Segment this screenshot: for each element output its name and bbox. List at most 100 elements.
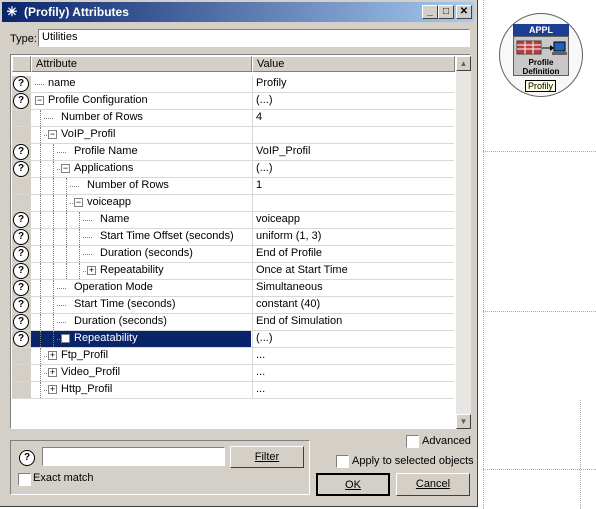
attribute-cell[interactable]: Profile Name: [31, 144, 251, 160]
apply-selected-checkbox[interactable]: [336, 455, 349, 468]
attribute-cell[interactable]: + Http_Profil: [31, 382, 251, 398]
attribute-cell[interactable]: + Repeatability: [31, 331, 251, 347]
attribute-value[interactable]: (...): [252, 161, 454, 177]
help-icon[interactable]: ?: [13, 93, 29, 109]
attribute-value[interactable]: [252, 127, 454, 143]
attribute-value[interactable]: Once at Start Time: [252, 263, 454, 279]
attribute-row[interactable]: ? + Repeatability Once at Start Time: [12, 263, 454, 280]
attribute-value[interactable]: Profily: [252, 76, 454, 92]
type-field[interactable]: Utilities: [38, 29, 470, 47]
attribute-value[interactable]: ...: [252, 382, 454, 398]
help-icon[interactable]: ?: [13, 280, 29, 296]
attribute-row[interactable]: + Video_Profil...: [12, 365, 454, 382]
expand-icon[interactable]: +: [48, 385, 57, 394]
apply-selected-label: Apply to selected objects: [352, 455, 474, 467]
profile-definition-node[interactable]: APPL Profile Definition Profily: [499, 13, 583, 97]
attribute-cell[interactable]: Duration (seconds): [31, 246, 251, 262]
attribute-cell[interactable]: Operation Mode: [31, 280, 251, 296]
attribute-cell[interactable]: Number of Rows: [31, 178, 251, 194]
scroll-up-button[interactable]: ▲: [456, 56, 471, 71]
attribute-row[interactable]: + Http_Profil...: [12, 382, 454, 399]
help-icon[interactable]: ?: [13, 246, 29, 262]
attribute-row[interactable]: Number of Rows 1: [12, 178, 454, 195]
attribute-cell[interactable]: + Repeatability: [31, 263, 251, 279]
collapse-icon[interactable]: −: [35, 96, 44, 105]
attribute-row[interactable]: ? Duration (seconds) End of Profile: [12, 246, 454, 263]
attribute-value[interactable]: ...: [252, 348, 454, 364]
cancel-button[interactable]: Cancel: [396, 473, 470, 496]
column-header-value[interactable]: Value: [252, 56, 455, 72]
attribute-value[interactable]: voiceapp: [252, 212, 454, 228]
attribute-row[interactable]: − voiceapp: [12, 195, 454, 212]
attribute-cell[interactable]: name: [31, 76, 251, 92]
attribute-row[interactable]: ? − Applications (...): [12, 161, 454, 178]
attribute-cell[interactable]: − VoIP_Profil: [31, 127, 251, 143]
expand-icon[interactable]: +: [48, 351, 57, 360]
attribute-value[interactable]: (...): [252, 93, 454, 109]
help-icon[interactable]: ?: [13, 331, 29, 347]
attribute-row[interactable]: ? Duration (seconds) End of Simulation: [12, 314, 454, 331]
attribute-cell[interactable]: Start Time Offset (seconds): [31, 229, 251, 245]
attribute-value[interactable]: End of Simulation: [252, 314, 454, 330]
help-icon[interactable]: ?: [19, 450, 35, 466]
attribute-value[interactable]: 4: [252, 110, 454, 126]
attribute-cell[interactable]: + Video_Profil: [31, 365, 251, 381]
help-icon[interactable]: ?: [13, 297, 29, 313]
tree-line: [44, 118, 53, 119]
attribute-value[interactable]: Simultaneous: [252, 280, 454, 296]
expand-icon[interactable]: +: [61, 334, 70, 343]
attribute-value[interactable]: VoIP_Profil: [252, 144, 454, 160]
attribute-row[interactable]: − VoIP_Profil: [12, 127, 454, 144]
title-bar[interactable]: ✳ (Profily) Attributes _ □ ✕: [2, 2, 474, 22]
attribute-cell[interactable]: Start Time (seconds): [31, 297, 251, 313]
attribute-row[interactable]: ? + Repeatability (...): [12, 331, 454, 348]
attribute-value[interactable]: [252, 195, 454, 211]
exact-match-checkbox[interactable]: [18, 473, 31, 486]
attribute-row[interactable]: ? Name voiceapp: [12, 212, 454, 229]
attribute-cell[interactable]: − Profile Configuration: [31, 93, 251, 109]
attribute-row[interactable]: ? Start Time Offset (seconds) uniform (1, …: [12, 229, 454, 246]
maximize-button[interactable]: □: [438, 5, 454, 19]
attribute-row[interactable]: ? − Profile Configuration (...): [12, 93, 454, 110]
attribute-cell[interactable]: − voiceapp: [31, 195, 251, 211]
attribute-row[interactable]: ? Operation Mode Simultaneous: [12, 280, 454, 297]
help-icon[interactable]: ?: [13, 144, 29, 160]
attribute-cell[interactable]: + Ftp_Profil: [31, 348, 251, 364]
attribute-row[interactable]: ? Start Time (seconds) constant (40): [12, 297, 454, 314]
vertical-scrollbar[interactable]: ▲ ▼: [456, 56, 471, 429]
attribute-cell[interactable]: − Applications: [31, 161, 251, 177]
attribute-value[interactable]: 1: [252, 178, 454, 194]
filter-input[interactable]: [42, 447, 225, 466]
collapse-icon[interactable]: −: [61, 164, 70, 173]
minimize-button[interactable]: _: [422, 5, 438, 19]
advanced-checkbox[interactable]: [406, 435, 419, 448]
attribute-value[interactable]: (...): [252, 331, 454, 347]
attribute-row[interactable]: ? name Profily: [12, 76, 454, 93]
attribute-row[interactable]: + Ftp_Profil...: [12, 348, 454, 365]
help-icon[interactable]: ?: [13, 212, 29, 228]
attribute-name: Duration (seconds): [74, 315, 167, 327]
scroll-down-button[interactable]: ▼: [456, 414, 471, 429]
attribute-cell[interactable]: Number of Rows: [31, 110, 251, 126]
help-icon[interactable]: ?: [13, 263, 29, 279]
expand-icon[interactable]: +: [48, 368, 57, 377]
close-button[interactable]: ✕: [456, 5, 472, 19]
attribute-cell[interactable]: Duration (seconds): [31, 314, 251, 330]
collapse-icon[interactable]: −: [74, 198, 83, 207]
attribute-value[interactable]: uniform (1, 3): [252, 229, 454, 245]
ok-button[interactable]: OK: [316, 473, 390, 496]
collapse-icon[interactable]: −: [48, 130, 57, 139]
help-icon[interactable]: ?: [13, 229, 29, 245]
attribute-row[interactable]: ? Profile Name VoIP_Profil: [12, 144, 454, 161]
help-icon[interactable]: ?: [13, 161, 29, 177]
attribute-value[interactable]: ...: [252, 365, 454, 381]
attribute-value[interactable]: End of Profile: [252, 246, 454, 262]
attribute-value[interactable]: constant (40): [252, 297, 454, 313]
help-icon[interactable]: ?: [13, 76, 29, 92]
column-header-attribute[interactable]: Attribute: [31, 56, 252, 72]
expand-icon[interactable]: +: [87, 266, 96, 275]
attribute-row[interactable]: Number of Rows 4: [12, 110, 454, 127]
help-icon[interactable]: ?: [13, 314, 29, 330]
filter-button[interactable]: Filter: [230, 446, 304, 468]
attribute-cell[interactable]: Name: [31, 212, 251, 228]
